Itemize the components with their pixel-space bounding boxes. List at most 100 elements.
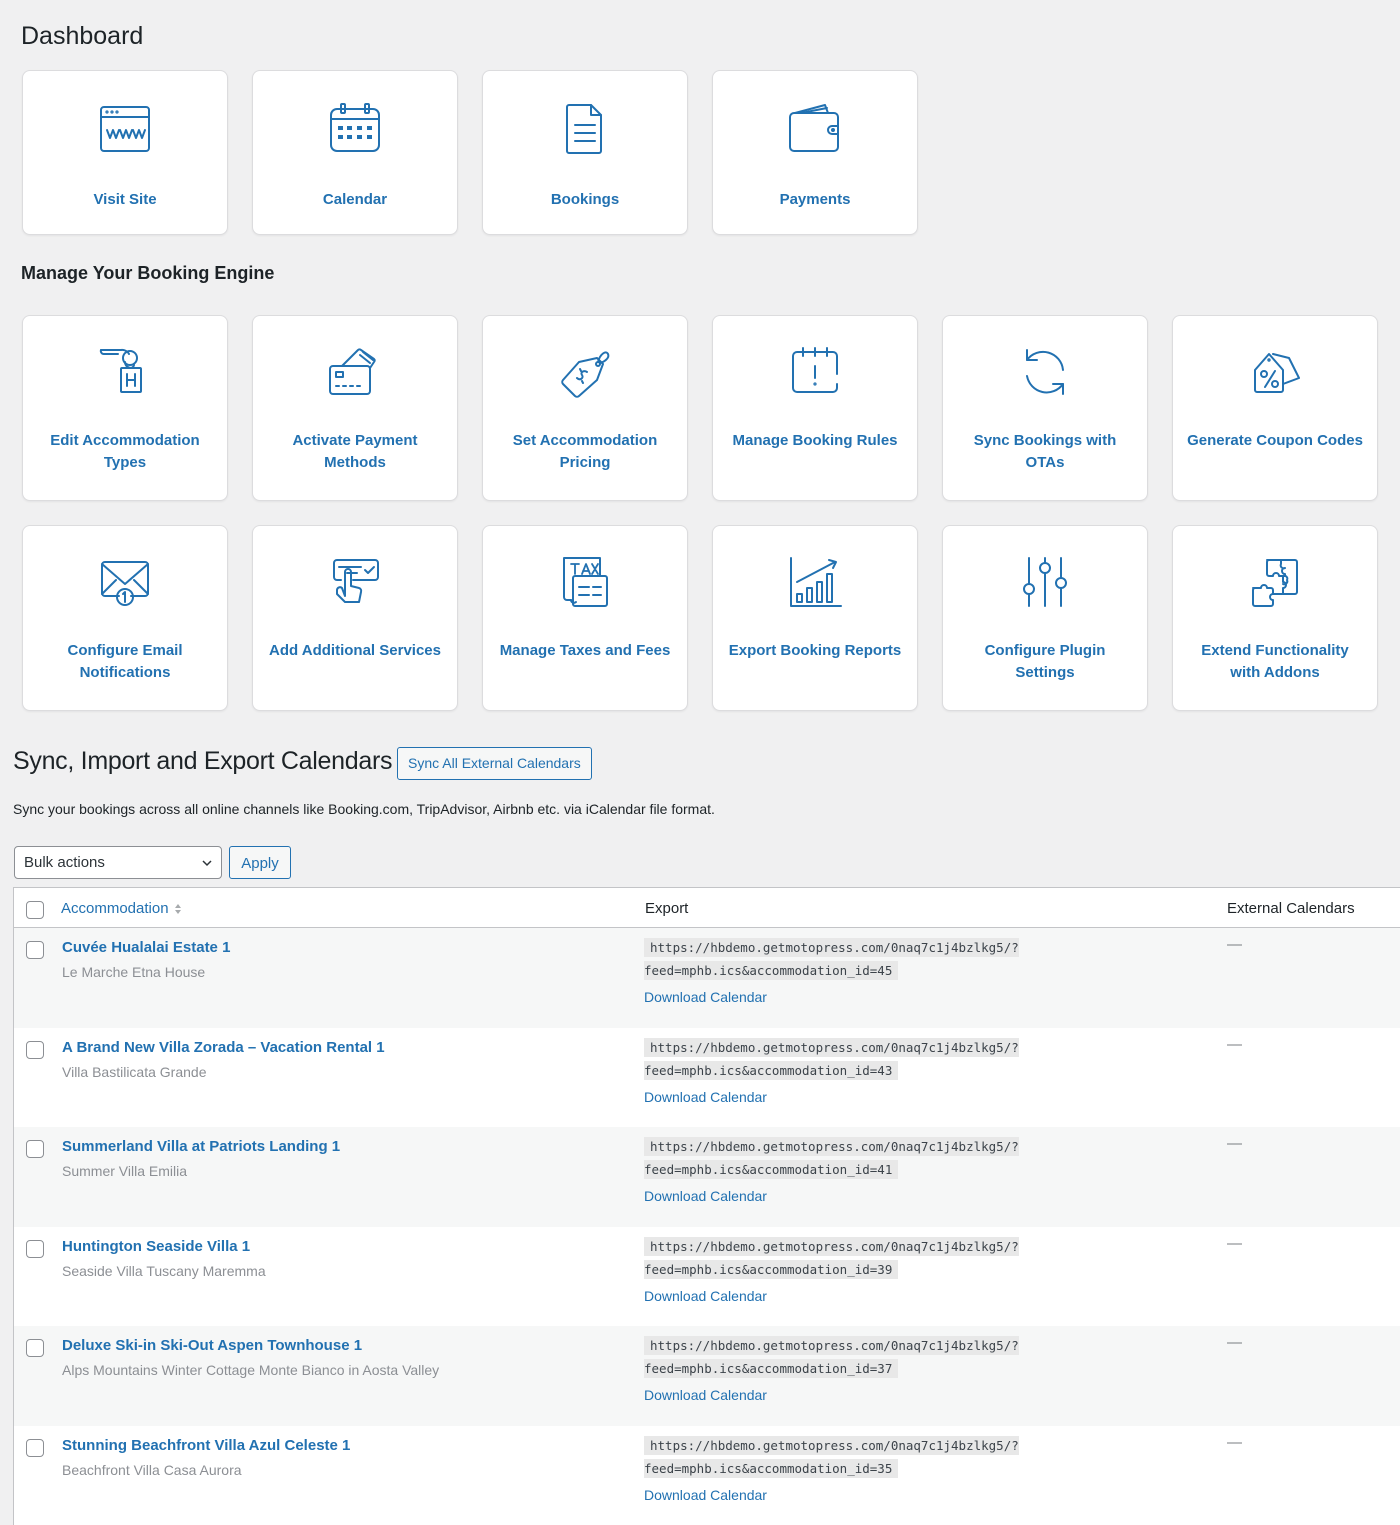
edit-accommodation-types-card[interactable]: Edit Accommodation Types bbox=[22, 315, 228, 501]
manage-booking-rules-card[interactable]: Manage Booking Rules bbox=[712, 315, 918, 501]
manage-taxes-fees-label: Manage Taxes and Fees bbox=[486, 640, 685, 662]
price-tag-icon bbox=[557, 344, 613, 400]
external-calendars-value: — bbox=[1227, 1334, 1242, 1351]
accommodation-type: Le Marche Etna House bbox=[62, 964, 205, 980]
sync-bookings-otas-card[interactable]: Sync Bookings with OTAs bbox=[942, 315, 1148, 501]
add-additional-services-label: Add Additional Services bbox=[255, 640, 455, 662]
manage-booking-rules-label: Manage Booking Rules bbox=[718, 430, 911, 452]
activate-payment-methods-label: Activate Payment Methods bbox=[253, 430, 457, 474]
download-calendar-link[interactable]: Download Calendar bbox=[644, 1089, 767, 1105]
calendar-label: Calendar bbox=[309, 189, 401, 211]
accommodation-type: Beachfront Villa Casa Aurora bbox=[62, 1462, 242, 1478]
set-accommodation-pricing-card[interactable]: Set Accommodation Pricing bbox=[482, 315, 688, 501]
manage-section-title: Manage Your Booking Engine bbox=[21, 263, 274, 284]
apply-button[interactable]: Apply bbox=[229, 846, 291, 879]
puzzle-icon bbox=[1247, 554, 1303, 610]
sync-bookings-otas-label: Sync Bookings with OTAs bbox=[943, 430, 1147, 474]
accommodation-type: Summer Villa Emilia bbox=[62, 1163, 187, 1179]
extend-functionality-addons-card[interactable]: Extend Functionality with Addons bbox=[1172, 525, 1378, 711]
table-row: Summerland Villa at Patriots Landing 1 S… bbox=[14, 1127, 1400, 1227]
column-external-calendars: External Calendars bbox=[1227, 900, 1355, 917]
sliders-icon bbox=[1017, 554, 1073, 610]
calendar-icon bbox=[327, 101, 383, 157]
configure-email-notifications-card[interactable]: Configure Email Notifications bbox=[22, 525, 228, 711]
activate-payment-methods-card[interactable]: Activate Payment Methods bbox=[252, 315, 458, 501]
table-row: Cuvée Hualalai Estate 1 Le Marche Etna H… bbox=[14, 928, 1400, 1028]
payments-label: Payments bbox=[766, 189, 865, 211]
calendars-table: Accommodation Export External Calendars … bbox=[13, 887, 1400, 1525]
configure-plugin-settings-card[interactable]: Configure Plugin Settings bbox=[942, 525, 1148, 711]
configure-email-notifications-label: Configure Email Notifications bbox=[23, 640, 227, 684]
extend-functionality-addons-label: Extend Functionality with Addons bbox=[1173, 640, 1377, 684]
calendar-card[interactable]: Calendar bbox=[252, 70, 458, 235]
export-booking-reports-card[interactable]: Export Booking Reports bbox=[712, 525, 918, 711]
download-calendar-link[interactable]: Download Calendar bbox=[644, 1288, 767, 1304]
column-accommodation[interactable]: Accommodation bbox=[61, 900, 183, 917]
sync-all-external-calendars-button[interactable]: Sync All External Calendars bbox=[397, 747, 592, 780]
external-calendars-value: — bbox=[1227, 936, 1242, 953]
accommodation-type: Alps Mountains Winter Cottage Monte Bian… bbox=[62, 1362, 439, 1378]
growth-chart-icon bbox=[787, 554, 843, 610]
accommodation-link[interactable]: Huntington Seaside Villa 1 bbox=[62, 1238, 250, 1255]
accommodation-link[interactable]: A Brand New Villa Zorada – Vacation Rent… bbox=[62, 1039, 385, 1056]
export-url: https://hbdemo.getmotopress.com/0naq7c1j… bbox=[644, 1135, 1044, 1181]
calendar-alert-icon bbox=[787, 344, 843, 400]
download-calendar-link[interactable]: Download Calendar bbox=[644, 1387, 767, 1403]
download-calendar-link[interactable]: Download Calendar bbox=[644, 1487, 767, 1503]
generate-coupon-codes-label: Generate Coupon Codes bbox=[1173, 430, 1377, 452]
download-calendar-link[interactable]: Download Calendar bbox=[644, 1188, 767, 1204]
export-url: https://hbdemo.getmotopress.com/0naq7c1j… bbox=[644, 1334, 1044, 1380]
export-url: https://hbdemo.getmotopress.com/0naq7c1j… bbox=[644, 936, 1044, 982]
column-accommodation-label: Accommodation bbox=[61, 900, 169, 917]
accommodation-link[interactable]: Summerland Villa at Patriots Landing 1 bbox=[62, 1138, 340, 1155]
export-url: https://hbdemo.getmotopress.com/0naq7c1j… bbox=[644, 1235, 1044, 1281]
accommodation-link[interactable]: Cuvée Hualalai Estate 1 bbox=[62, 939, 230, 956]
browser-www-icon bbox=[97, 101, 153, 157]
visit-site-card[interactable]: Visit Site bbox=[22, 70, 228, 235]
set-accommodation-pricing-label: Set Accommodation Pricing bbox=[483, 430, 687, 474]
hotel-key-icon bbox=[97, 344, 153, 400]
row-checkbox[interactable] bbox=[26, 941, 44, 959]
configure-plugin-settings-label: Configure Plugin Settings bbox=[943, 640, 1147, 684]
row-checkbox[interactable] bbox=[26, 1140, 44, 1158]
export-booking-reports-label: Export Booking Reports bbox=[715, 640, 916, 662]
external-calendars-value: — bbox=[1227, 1135, 1242, 1152]
table-row: Stunning Beachfront Villa Azul Celeste 1… bbox=[14, 1426, 1400, 1525]
table-header: Accommodation Export External Calendars bbox=[14, 888, 1400, 928]
dashboard-title: Dashboard bbox=[21, 22, 143, 51]
download-calendar-link[interactable]: Download Calendar bbox=[644, 989, 767, 1005]
bulk-actions-select[interactable]: Bulk actions bbox=[14, 846, 222, 879]
sync-section-title: Sync, Import and Export Calendars bbox=[13, 747, 392, 776]
external-calendars-value: — bbox=[1227, 1036, 1242, 1053]
coupon-tag-icon bbox=[1247, 344, 1303, 400]
external-calendars-value: — bbox=[1227, 1235, 1242, 1252]
touch-service-icon bbox=[327, 554, 383, 610]
manage-taxes-fees-card[interactable]: Manage Taxes and Fees bbox=[482, 525, 688, 711]
export-url: https://hbdemo.getmotopress.com/0naq7c1j… bbox=[644, 1434, 1044, 1480]
table-row: A Brand New Villa Zorada – Vacation Rent… bbox=[14, 1028, 1400, 1128]
accommodation-link[interactable]: Stunning Beachfront Villa Azul Celeste 1 bbox=[62, 1437, 350, 1454]
payments-card[interactable]: Payments bbox=[712, 70, 918, 235]
select-all-checkbox[interactable] bbox=[26, 901, 44, 919]
row-checkbox[interactable] bbox=[26, 1240, 44, 1258]
bulk-actions-value: Bulk actions bbox=[24, 854, 105, 871]
table-row: Huntington Seaside Villa 1 Seaside Villa… bbox=[14, 1227, 1400, 1327]
edit-accommodation-types-label: Edit Accommodation Types bbox=[23, 430, 227, 474]
generate-coupon-codes-card[interactable]: Generate Coupon Codes bbox=[1172, 315, 1378, 501]
bookings-card[interactable]: Bookings bbox=[482, 70, 688, 235]
external-calendars-value: — bbox=[1227, 1434, 1242, 1451]
email-notification-icon bbox=[97, 554, 153, 610]
document-icon bbox=[557, 101, 613, 157]
table-row: Deluxe Ski-in Ski-Out Aspen Townhouse 1 … bbox=[14, 1326, 1400, 1426]
row-checkbox[interactable] bbox=[26, 1339, 44, 1357]
chevron-down-icon bbox=[202, 858, 212, 868]
sync-icon bbox=[1017, 344, 1073, 400]
row-checkbox[interactable] bbox=[26, 1041, 44, 1059]
visit-site-label: Visit Site bbox=[79, 189, 170, 211]
tax-document-icon bbox=[557, 554, 613, 610]
accommodation-link[interactable]: Deluxe Ski-in Ski-Out Aspen Townhouse 1 bbox=[62, 1337, 362, 1354]
add-additional-services-card[interactable]: Add Additional Services bbox=[252, 525, 458, 711]
accommodation-type: Seaside Villa Tuscany Maremma bbox=[62, 1263, 266, 1279]
row-checkbox[interactable] bbox=[26, 1439, 44, 1457]
sort-icon bbox=[173, 901, 183, 917]
